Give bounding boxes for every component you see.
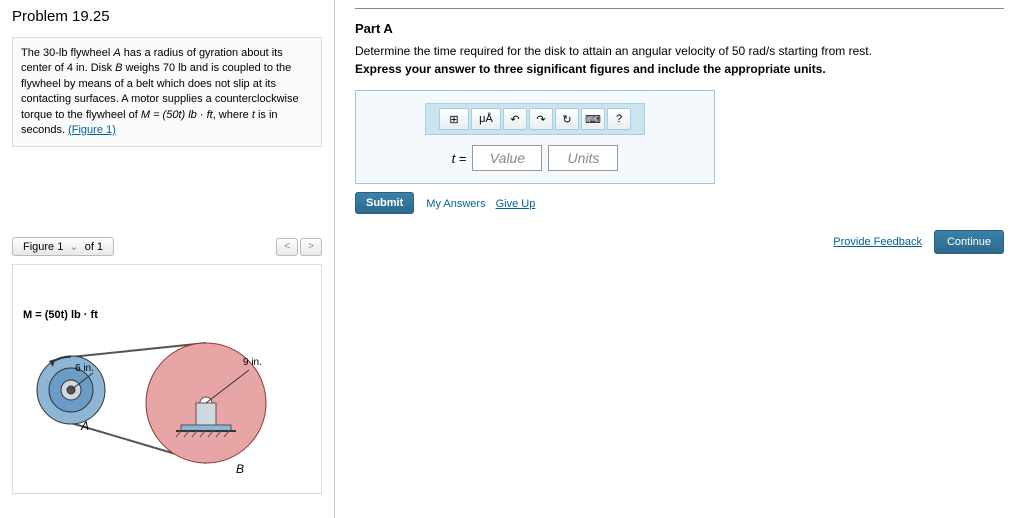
prev-figure-button[interactable]: < <box>276 238 298 256</box>
figure-tab[interactable]: Figure 1 ⌄ of 1 <box>12 237 114 256</box>
eq-m: M = (50t) lb · ft <box>141 109 213 121</box>
figure-link[interactable]: (Figure 1) <box>68 124 116 136</box>
input-lhs: t = <box>452 151 467 166</box>
value-input[interactable]: Value <box>472 145 542 171</box>
redo-button[interactable]: ↷ <box>529 108 553 130</box>
reset-button[interactable]: ↻ <box>555 108 579 130</box>
answer-area: ⊞ μÅ ↶ ↷ ↻ ⌨ ? t = Value Units <box>355 90 715 184</box>
figure-tab-label: Figure 1 <box>23 241 63 253</box>
provide-feedback-link[interactable]: Provide Feedback <box>833 236 922 248</box>
problem-statement: The 30-lb flywheel A has a radius of gyr… <box>12 37 322 147</box>
my-answers-link[interactable]: My Answers <box>426 198 485 210</box>
part-instruction: Express your answer to three significant… <box>355 62 1004 76</box>
var-a: A <box>113 47 120 59</box>
dropdown-icon: ⌄ <box>69 241 78 253</box>
dim2-text: 9 in. <box>243 357 262 368</box>
undo-button[interactable]: ↶ <box>503 108 527 130</box>
text: , where <box>213 109 252 121</box>
part-question: Determine the time required for the disk… <box>355 44 1004 58</box>
dim1-text: 6 in. <box>75 363 94 374</box>
continue-button[interactable]: Continue <box>934 230 1004 254</box>
divider <box>355 8 1004 9</box>
part-title: Part A <box>355 21 1004 36</box>
label-b-text: B <box>236 462 244 475</box>
label-a-text: A <box>80 419 89 433</box>
give-up-link[interactable]: Give Up <box>496 198 536 210</box>
figure-count: of 1 <box>85 241 103 253</box>
var-b: B <box>115 62 122 74</box>
templates-button[interactable]: ⊞ <box>439 108 469 130</box>
text: The 30-lb flywheel <box>21 47 113 59</box>
problem-title: Problem 19.25 <box>12 8 322 25</box>
keyboard-button[interactable]: ⌨ <box>581 108 605 130</box>
units-input[interactable]: Units <box>548 145 618 171</box>
submit-button[interactable]: Submit <box>355 192 414 214</box>
help-button[interactable]: ? <box>607 108 631 130</box>
figure-svg: 6 in. 9 in. A B <box>21 295 311 475</box>
next-figure-button[interactable]: > <box>300 238 322 256</box>
special-chars-button[interactable]: μÅ <box>471 108 501 130</box>
figure-canvas: M = (50t) lb · ft <box>12 264 322 494</box>
answer-toolbar: ⊞ μÅ ↶ ↷ ↻ ⌨ ? <box>425 103 645 135</box>
